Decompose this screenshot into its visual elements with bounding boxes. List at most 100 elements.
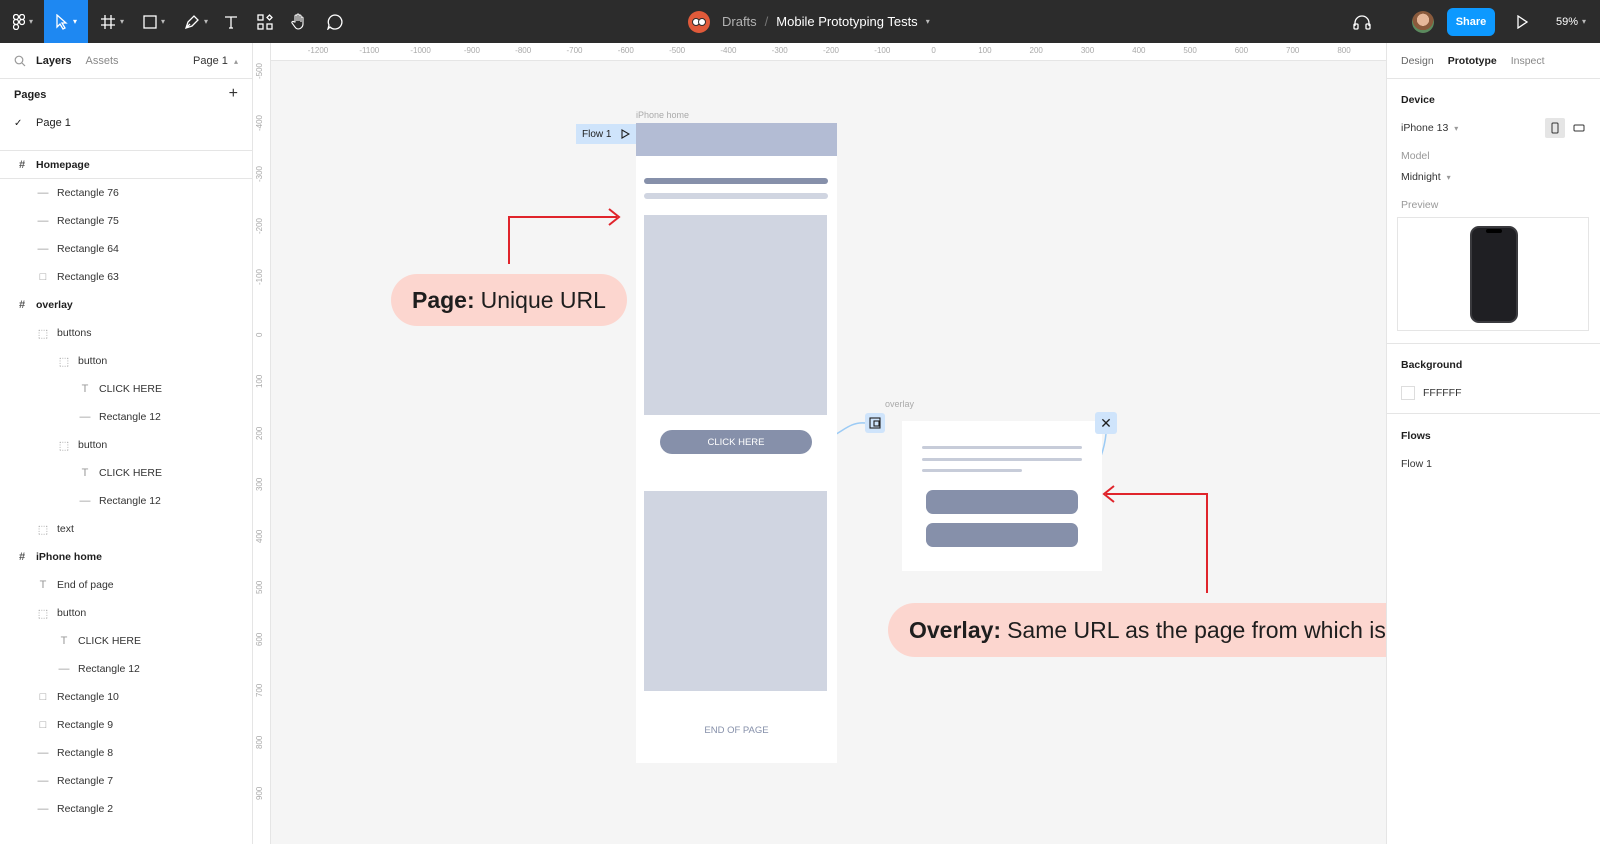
breadcrumb-drafts[interactable]: Drafts: [722, 14, 757, 29]
overlay-button-1[interactable]: [926, 490, 1078, 514]
hand-tool-button[interactable]: [288, 0, 310, 43]
canvas[interactable]: -1200 -1100 -1000 -900 -800 -700 -600 -500 -400-…: [253, 43, 1386, 844]
plus-icon: +: [228, 85, 238, 102]
headphones-icon: [1353, 14, 1371, 30]
layer-row[interactable]: □ Rectangle 9: [35, 711, 113, 739]
layer-row[interactable]: — Rectangle 12: [56, 655, 140, 683]
layer-row[interactable]: — Rectangle 64: [35, 235, 119, 263]
overlay-frame[interactable]: [902, 421, 1102, 571]
background-fill[interactable]: FFFFFF: [1401, 386, 1461, 400]
frame-label-iphone-home[interactable]: iPhone home: [636, 110, 689, 120]
layer-label: Rectangle 7: [57, 775, 114, 787]
layer-row[interactable]: ⬚ buttons: [35, 319, 92, 347]
device-preview: [1397, 217, 1589, 331]
layer-row[interactable]: # Homepage: [14, 151, 90, 179]
tab-layers[interactable]: Layers: [36, 55, 71, 67]
layer-label: button: [78, 355, 108, 367]
line-icon: —: [37, 187, 49, 199]
present-button[interactable]: [1510, 0, 1534, 43]
zoom-menu[interactable]: 59% ▾: [1556, 0, 1586, 43]
flow-tag-label: Flow 1: [582, 128, 612, 140]
toolbar: ▾ ▾ ▾ ▾ ▾ Drafts / Mobile Prototyping Te…: [0, 0, 1600, 43]
layer-row[interactable]: # iPhone home: [14, 543, 102, 571]
subtitle-bar: [644, 193, 828, 199]
layer-row[interactable]: □ Rectangle 63: [35, 263, 119, 291]
layer-row[interactable]: — Rectangle 8: [35, 739, 114, 767]
file-name[interactable]: Mobile Prototyping Tests: [776, 14, 917, 29]
portrait-toggle[interactable]: [1545, 118, 1565, 138]
model-select[interactable]: Midnight ▾: [1401, 171, 1451, 183]
add-page-button[interactable]: +: [229, 85, 238, 103]
pen-tool-button[interactable]: ▾: [178, 0, 214, 43]
user-avatar[interactable]: [1412, 11, 1434, 33]
layer-row[interactable]: # overlay: [14, 291, 73, 319]
layer-row[interactable]: — Rectangle 2: [35, 795, 114, 823]
layer-row[interactable]: ⬚ button: [56, 347, 107, 375]
callout-overlay: Overlay: Same URL as the page from which…: [888, 603, 1386, 657]
text-tool-button[interactable]: [220, 0, 242, 43]
layer-row[interactable]: □ Rectangle 10: [35, 683, 119, 711]
figma-logo-icon: [12, 13, 25, 30]
layer-row[interactable]: ⬚ button: [56, 431, 107, 459]
close-icon: ✕: [1100, 414, 1112, 431]
device-select[interactable]: iPhone 13 ▾: [1401, 122, 1458, 134]
layer-label: Rectangle 75: [57, 215, 119, 227]
resources-tool-button[interactable]: [254, 0, 276, 43]
overlay-action-icon[interactable]: [865, 413, 885, 433]
shape-tool-button[interactable]: ▾: [136, 0, 172, 43]
frame-tool-button[interactable]: ▾: [94, 0, 130, 43]
layer-label: button: [78, 439, 108, 451]
layer-row[interactable]: ⬚ text: [35, 515, 74, 543]
line-icon: —: [37, 775, 49, 787]
main-menu-button[interactable]: ▾: [6, 0, 40, 43]
chevron-down-icon[interactable]: ▾: [926, 17, 930, 26]
group-icon: ⬚: [58, 439, 70, 452]
tab-inspect[interactable]: Inspect: [1511, 55, 1545, 67]
overlay-button-2[interactable]: [926, 523, 1078, 547]
text-icon: T: [39, 579, 47, 591]
layer-row[interactable]: ⬚ button: [35, 599, 86, 627]
callout-page: Page: Unique URL: [391, 274, 627, 326]
group-icon: ⬚: [58, 355, 70, 368]
layer-row[interactable]: — Rectangle 7: [35, 767, 114, 795]
comment-tool-button[interactable]: [324, 0, 346, 43]
close-overlay-button[interactable]: ✕: [1095, 412, 1117, 434]
layer-row[interactable]: — Rectangle 12: [77, 487, 161, 515]
audio-button[interactable]: [1350, 0, 1374, 43]
text-icon: T: [81, 467, 89, 479]
image-placeholder: [644, 215, 827, 415]
share-button[interactable]: Share: [1447, 8, 1495, 36]
layer-row[interactable]: T CLICK HERE: [77, 375, 162, 403]
frame-label-overlay[interactable]: overlay: [885, 399, 914, 409]
layer-row[interactable]: T CLICK HERE: [77, 459, 162, 487]
layer-row[interactable]: — Rectangle 75: [35, 207, 119, 235]
model-label: Model: [1401, 150, 1430, 162]
flow-item[interactable]: Flow 1: [1401, 458, 1432, 470]
layer-label: overlay: [36, 299, 73, 311]
click-here-button[interactable]: CLICK HERE: [660, 430, 812, 454]
text-line: [922, 458, 1082, 461]
landscape-toggle[interactable]: [1569, 118, 1589, 138]
tab-prototype[interactable]: Prototype: [1448, 55, 1497, 67]
layer-row[interactable]: — Rectangle 12: [77, 403, 161, 431]
iphone-home-frame[interactable]: CLICK HERE END OF PAGE: [636, 123, 837, 763]
tab-assets[interactable]: Assets: [85, 55, 118, 67]
layer-row[interactable]: — Rectangle 76: [35, 179, 119, 207]
page-item-page-1[interactable]: ✓ Page 1: [14, 117, 71, 129]
layer-label: End of page: [57, 579, 114, 591]
move-tool-button[interactable]: ▾: [44, 0, 88, 43]
tab-design[interactable]: Design: [1401, 55, 1434, 67]
layer-row[interactable]: T CLICK HERE: [56, 627, 141, 655]
background-value[interactable]: FFFFFF: [1423, 387, 1461, 399]
search-icon[interactable]: [14, 55, 26, 67]
frame-icon: #: [18, 159, 26, 171]
layer-label: Rectangle 12: [99, 411, 161, 423]
flow-starting-point-tag[interactable]: Flow 1: [576, 124, 637, 144]
zoom-level: 59%: [1556, 15, 1579, 28]
layer-row[interactable]: T End of page: [35, 571, 114, 599]
checkmark-icon: ✓: [14, 117, 23, 129]
background-header: Background: [1401, 359, 1463, 371]
phone-preview-icon: [1470, 226, 1518, 323]
color-swatch[interactable]: [1401, 386, 1415, 400]
page-selector[interactable]: Page 1 ▴: [193, 55, 238, 67]
